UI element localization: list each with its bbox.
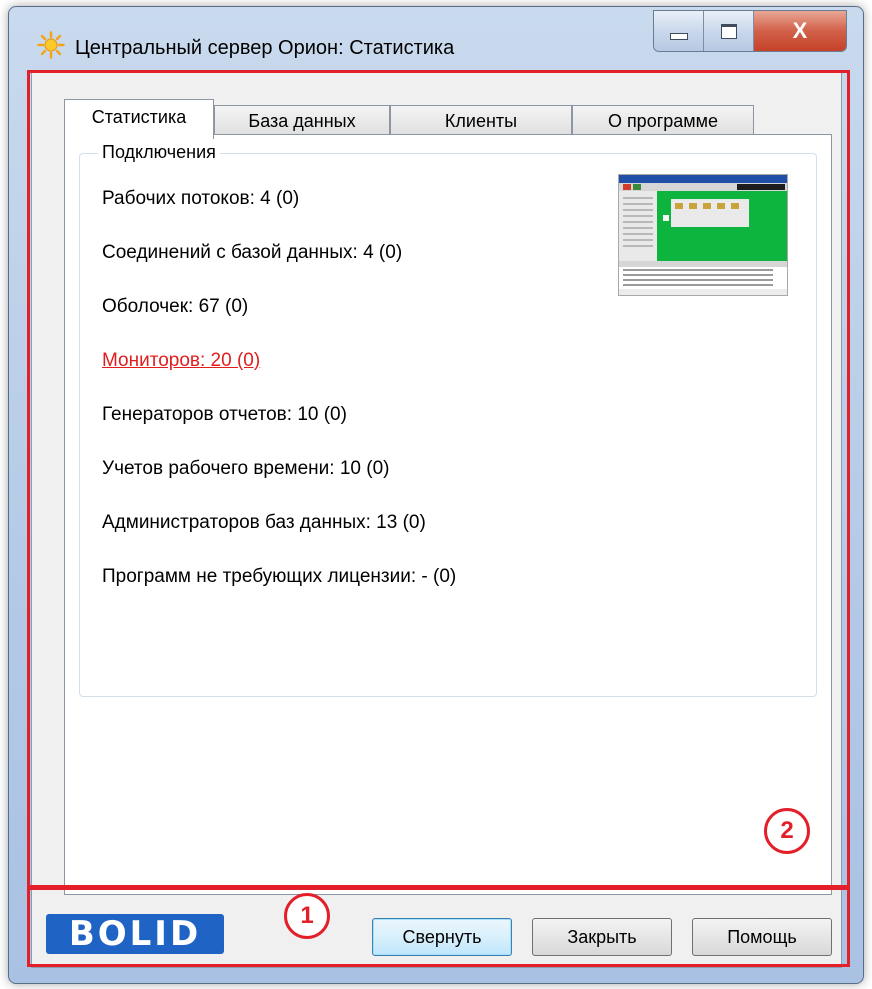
stat-shells: Оболочек: 67 (0) (102, 296, 249, 317)
tab-statistics[interactable]: Статистика (64, 99, 214, 139)
stat-db-connections: Соединений с базой данных: 4 (0) (102, 242, 403, 263)
tab-label: Статистика (91, 107, 187, 127)
connections-group: Подключения Рабочих потоков: 4 (0) Соеди… (79, 142, 817, 697)
sun-icon (37, 31, 65, 59)
caption-buttons: X (653, 10, 847, 52)
bolid-logo: BOLID (46, 914, 224, 954)
button-label: Свернуть (402, 926, 482, 947)
maximize-window-button[interactable] (704, 11, 754, 51)
button-label: Помощь (727, 926, 797, 947)
client-area: Статистика База данных Клиенты О програм… (31, 71, 842, 968)
tab-database[interactable]: База данных (214, 105, 390, 137)
callout-label: 2 (780, 817, 794, 844)
stat-unlicensed-programs: Программ не требующих лицензии: - (0) (102, 566, 457, 587)
window-title: Центральный сервер Орион: Статистика (75, 37, 455, 59)
tab-about[interactable]: О программе (572, 105, 754, 137)
button-label: Закрыть (567, 926, 637, 947)
callout-marker-1: 1 (284, 893, 330, 939)
callout-label: 1 (300, 902, 314, 929)
stat-time-accounting: Учетов рабочего времени: 10 (0) (102, 458, 390, 479)
group-title: Подключения (98, 142, 220, 163)
tab-clients[interactable]: Клиенты (390, 105, 572, 137)
statistics-panel: Подключения Рабочих потоков: 4 (0) Соеди… (64, 134, 832, 895)
stat-report-generators: Генераторов отчетов: 10 (0) (102, 404, 347, 425)
app-window: Центральный сервер Орион: Статистика X С… (8, 6, 864, 984)
tab-label: База данных (248, 111, 356, 131)
minimize-icon (669, 32, 688, 40)
close-button[interactable]: Закрыть (532, 918, 672, 956)
help-button[interactable]: Помощь (692, 918, 832, 956)
maximize-icon (720, 23, 737, 39)
stat-db-administrators: Администраторов баз данных: 13 (0) (102, 512, 426, 533)
tab-label: О программе (607, 111, 719, 131)
stat-monitors: Мониторов: 20 (0) (102, 350, 261, 371)
minimize-window-button[interactable] (654, 11, 704, 51)
stat-worker-threads: Рабочих потоков: 4 (0) (102, 188, 300, 209)
tab-strip: Статистика База данных Клиенты О програм… (64, 99, 764, 139)
callout-marker-2: 2 (764, 808, 810, 854)
close-window-button[interactable]: X (754, 11, 846, 51)
title-bar[interactable]: Центральный сервер Орион: Статистика X (9, 7, 863, 69)
monitor-preview-image (618, 174, 788, 296)
tab-label: Клиенты (444, 111, 518, 131)
minimize-app-button[interactable]: Свернуть (372, 918, 512, 956)
logo-text: BOLID (68, 914, 202, 954)
close-icon: X (792, 18, 808, 43)
